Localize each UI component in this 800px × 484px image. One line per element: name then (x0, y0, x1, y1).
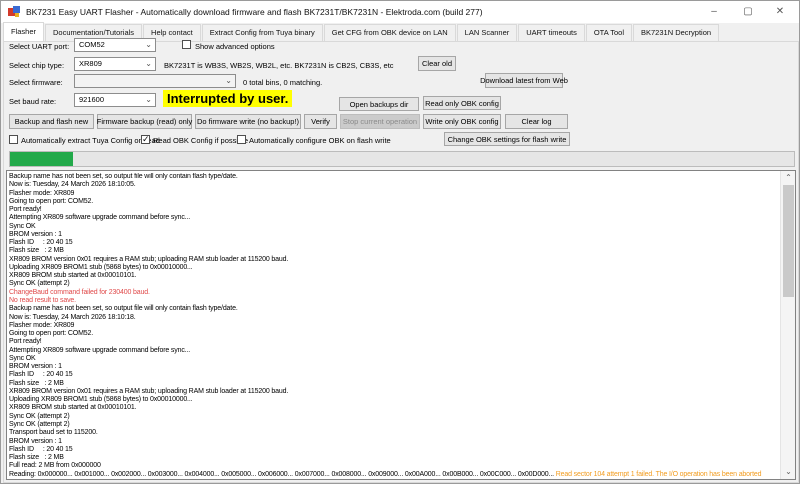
tab-bk7231n-decryption[interactable]: BK7231N Decryption (633, 24, 720, 41)
log-line: Full read: 2 MB from 0x000000 (9, 462, 101, 470)
log-line: Going to open port: COM52. (9, 330, 94, 338)
check-icon: ✓ (142, 134, 150, 144)
log-line: Now is: Tuesday, 24 March 2026 18:10:05. (9, 181, 136, 189)
chevron-down-icon: ⌄ (145, 40, 152, 49)
scrollbar-thumb[interactable] (783, 185, 794, 297)
log-line: Sync OK (9, 354, 36, 362)
progress-bar (9, 151, 795, 167)
tab-ota-tool[interactable]: OTA Tool (585, 24, 632, 41)
progress-fill (10, 152, 73, 166)
chevron-down-icon: ⌄ (145, 95, 152, 104)
log-line: Sync OK (9, 222, 36, 230)
log-line: Backup name has not been set, so output … (9, 305, 238, 313)
log-line: Uploading XR809 BROM1 stub (5868 bytes) … (9, 396, 193, 404)
window-title: BK7231 Easy UART Flasher - Automatically… (26, 7, 483, 17)
chip-type-value: XR809 (79, 59, 102, 68)
log-line: Flash ID : 20 40 15 (9, 239, 73, 247)
firmware-write-button[interactable]: Do firmware write (no backup!) (195, 114, 301, 129)
chip-type-hint: BK7231T is WB3S, WB2S, WB2L, etc. BK7231… (164, 61, 394, 70)
tab-extract-config-from-tuya-binary[interactable]: Extract Config from Tuya binary (201, 24, 323, 41)
change-obk-settings-button[interactable]: Change OBK settings for flash write (444, 132, 570, 146)
log-line: Flash size : 2 MB (9, 379, 64, 387)
baud-rate-value: 921600 (79, 95, 105, 104)
baud-rate-select[interactable]: 921600 ⌄ (74, 93, 156, 107)
close-button[interactable]: ✕ (765, 1, 795, 23)
log-line: Flasher mode: XR809 (9, 189, 75, 197)
log-line: Sync OK (attempt 2) (9, 420, 70, 428)
write-obk-config-button[interactable]: Write only OBK config (423, 114, 501, 129)
open-backups-button[interactable]: Open backups dir (339, 97, 419, 111)
auto-obk-label: Automatically configure OBK on flash wri… (249, 136, 391, 145)
scroll-down-icon[interactable]: ⌄ (781, 465, 795, 479)
verify-button[interactable]: Verify (304, 114, 337, 129)
log-line: XR809 BROM version 0x01 requires a RAM s… (9, 255, 289, 263)
firmware-backup-button[interactable]: Firmware backup (read) only (97, 114, 192, 129)
firmware-label: Select firmware: (9, 78, 63, 87)
log-line: Sync OK (attempt 2) (9, 280, 70, 288)
log-line: Attempting XR809 software upgrade comman… (9, 346, 191, 354)
firmware-select[interactable]: ⌄ (74, 74, 236, 88)
uart-port-label: Select UART port: (9, 42, 70, 51)
read-obk-config-button[interactable]: Read only OBK config (423, 96, 501, 110)
app-window: BK7231 Easy UART Flasher - Automatically… (0, 0, 800, 484)
interrupted-notice: Interrupted by user. (163, 90, 293, 107)
uart-port-select[interactable]: COM52 ⌄ (74, 38, 156, 52)
baud-rate-label: Set baud rate: (9, 97, 57, 106)
read-obk-label: Read OBK Config if possible (153, 136, 249, 145)
clear-old-button[interactable]: Clear old (418, 56, 456, 71)
log-output[interactable]: Backup name has not been set, so output … (6, 170, 796, 480)
minimize-button[interactable]: – (699, 1, 729, 23)
chip-type-select[interactable]: XR809 ⌄ (74, 57, 156, 71)
log-line: Sync OK (attempt 2) (9, 412, 70, 420)
show-advanced-label: Show advanced options (195, 42, 275, 51)
log-line: XR809 BROM version 0x01 requires a RAM s… (9, 387, 289, 395)
tab-flasher[interactable]: Flasher (3, 22, 45, 41)
log-line: Uploading XR809 BROM1 stub (5868 bytes) … (9, 263, 193, 271)
clear-log-button[interactable]: Clear log (505, 114, 568, 129)
log-line: Port ready! (9, 338, 42, 346)
log-line: Flash size : 2 MB (9, 247, 64, 255)
auto-obk-checkbox[interactable]: ✓ (237, 135, 246, 144)
maximize-button[interactable]: ▢ (733, 1, 763, 23)
log-line: Attempting XR809 software upgrade comman… (9, 214, 191, 222)
log-line: Flash size : 2 MB (9, 454, 64, 462)
log-line: XR809 BROM stub started at 0x00010101. (9, 272, 137, 280)
scroll-up-icon[interactable]: ⌃ (781, 171, 795, 185)
log-line: Flasher mode: XR809 (9, 321, 75, 329)
log-line: ChangeBaud command failed for 230400 bau… (9, 288, 150, 296)
log-line: BROM version : 1 (9, 230, 62, 238)
log-line: BROM version : 1 (9, 363, 62, 371)
log-line: Flash ID : 20 40 15 (9, 445, 73, 453)
log-lines: Backup name has not been set, so output … (9, 173, 779, 478)
log-line: Reading: 0x000000... 0x001000... 0x00200… (9, 470, 762, 478)
read-obk-checkbox[interactable]: ✓ (141, 135, 150, 144)
show-advanced-checkbox[interactable]: ✓ (182, 40, 191, 49)
extract-tuya-checkbox[interactable]: ✓ (9, 135, 18, 144)
log-line: Backup name has not been set, so output … (9, 173, 238, 180)
log-line: Flash ID : 20 40 15 (9, 371, 73, 379)
log-line: XR809 BROM stub started at 0x00010101. (9, 404, 137, 412)
log-line: Port ready! (9, 206, 42, 214)
chevron-down-icon: ⌄ (145, 59, 152, 68)
stop-operation-button: Stop current operation (340, 114, 420, 129)
chip-type-label: Select chip type: (9, 61, 65, 70)
title-bar: BK7231 Easy UART Flasher - Automatically… (1, 1, 799, 23)
backup-and-flash-button[interactable]: Backup and flash new (9, 114, 94, 129)
tab-lan-scanner[interactable]: LAN Scanner (456, 24, 518, 41)
log-line: Now is: Tuesday, 24 March 2026 18:10:18. (9, 313, 136, 321)
tab-uart-timeouts[interactable]: UART timeouts (518, 24, 585, 41)
log-line: No read result to save. (9, 296, 76, 304)
extract-tuya-label: Automatically extract Tuya Config on rea… (21, 136, 160, 145)
download-latest-button[interactable]: Download latest from Web (480, 73, 568, 88)
firmware-count: 0 total bins, 0 matching. (243, 78, 323, 87)
log-scrollbar[interactable]: ⌃ ⌄ (780, 171, 795, 479)
log-line: BROM version : 1 (9, 437, 62, 445)
chevron-down-icon: ⌄ (225, 76, 232, 85)
uart-port-value: COM52 (79, 40, 105, 49)
log-line: Going to open port: COM52. (9, 197, 94, 205)
app-icon (8, 6, 20, 17)
tab-get-cfg-from-obk-device-on-lan[interactable]: Get CFG from OBK device on LAN (323, 24, 456, 41)
log-line: Transport baud set to 115200. (9, 429, 98, 437)
